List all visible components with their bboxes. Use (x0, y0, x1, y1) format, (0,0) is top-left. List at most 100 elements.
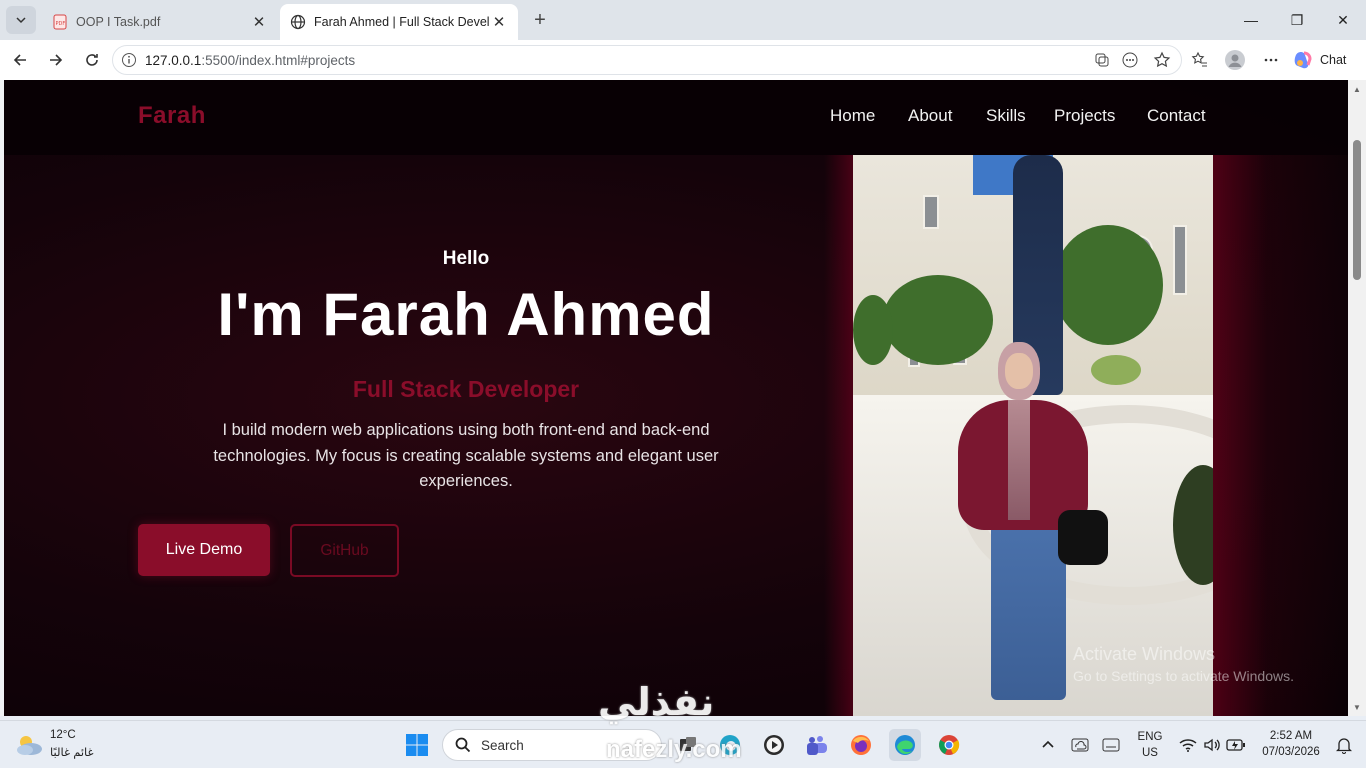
forward-button[interactable] (42, 46, 70, 74)
scroll-thumb[interactable] (1353, 140, 1361, 280)
weather-description[interactable]: غائم غالبًا (50, 745, 94, 759)
wifi-icon (1179, 739, 1197, 752)
close-window-button[interactable]: ✕ (1320, 0, 1366, 40)
photo-bush (1091, 355, 1141, 385)
info-icon (122, 53, 136, 67)
taskbar-app-media-player[interactable] (758, 729, 790, 761)
taskbar-app-firefox[interactable] (845, 729, 877, 761)
close-tab-icon[interactable]: ✕ (250, 13, 268, 31)
keyboard-button[interactable] (1095, 729, 1127, 761)
scroll-up-icon[interactable]: ▲ (1352, 84, 1362, 94)
copilot-chat-button[interactable]: Chat (1292, 46, 1362, 74)
nav-contact[interactable]: Contact (1147, 106, 1206, 126)
bell-icon (1336, 738, 1352, 754)
speaker-icon (1204, 738, 1220, 752)
favorite-button[interactable] (1148, 46, 1176, 74)
photo-palm (1053, 225, 1163, 345)
nav-skills[interactable]: Skills (986, 106, 1026, 126)
tab-portfolio[interactable]: Farah Ahmed | Full Stack Develope ✕ (280, 4, 518, 40)
minimize-button[interactable]: — (1228, 0, 1274, 40)
page-viewport: Farah Home About Skills Projects Contact… (4, 80, 1348, 716)
url-path: :5500/index.html#projects (201, 52, 356, 68)
page-scrollbar[interactable]: ▲ ▼ (1348, 80, 1366, 716)
close-tab-icon[interactable]: ✕ (490, 13, 508, 31)
firefox-icon (851, 735, 871, 755)
photo-glow-left (824, 155, 854, 716)
photo-window (923, 195, 939, 229)
show-hidden-icons-button[interactable] (1032, 729, 1064, 761)
overlay-logo: نفذلي (598, 680, 715, 724)
ellipsis-circle-icon (1122, 52, 1138, 68)
taskbar-app-teams[interactable] (801, 729, 833, 761)
taskbar-app-edge[interactable] (889, 729, 921, 761)
input-language[interactable]: ENG (1136, 731, 1164, 743)
restore-button[interactable]: ❐ (1274, 0, 1320, 40)
input-region[interactable]: US (1136, 747, 1164, 759)
play-circle-icon (764, 735, 784, 755)
url-host: 127.0.0.1 (145, 52, 202, 68)
chrome-icon (939, 735, 960, 755)
clock-time[interactable]: 2:52 AM (1256, 730, 1326, 742)
search-placeholder: Search (481, 737, 524, 753)
notifications-button[interactable] (1328, 729, 1360, 761)
chevron-down-icon (16, 17, 26, 24)
site-logo[interactable]: Farah (138, 102, 206, 130)
hero-headline: I'm Farah Ahmed (217, 281, 715, 348)
svg-text:PDF: PDF (56, 21, 66, 27)
reload-icon (86, 54, 98, 66)
tab-title: Farah Ahmed | Full Stack Develope (314, 15, 490, 29)
onedrive-button[interactable] (1064, 729, 1096, 761)
chevron-up-icon (1042, 740, 1054, 748)
copilot-icon (1294, 51, 1312, 69)
keyboard-icon (1102, 738, 1120, 752)
hero-greeting: Hello (442, 248, 490, 269)
nav-about[interactable]: About (908, 106, 952, 126)
search-icon (455, 737, 471, 753)
new-tab-button[interactable]: + (528, 8, 552, 32)
photo-window (1173, 225, 1187, 295)
scroll-down-icon[interactable]: ▼ (1352, 702, 1362, 712)
globe-icon (290, 14, 306, 30)
photo-person-face (1005, 353, 1033, 389)
app-available-button[interactable] (1088, 46, 1116, 74)
weather-temperature[interactable]: 12°C (50, 729, 76, 741)
pdf-icon: PDF (52, 14, 68, 30)
chat-label: Chat (1320, 53, 1347, 67)
favorites-button[interactable] (1186, 46, 1214, 74)
reload-button[interactable] (78, 46, 106, 74)
clock-date[interactable]: 07/03/2026 (1256, 746, 1326, 758)
browser-tab-strip: PDF OOP I Task.pdf ✕ Farah Ahmed | Full … (0, 0, 1366, 40)
photo-palm (883, 275, 993, 365)
profile-photo (853, 155, 1213, 716)
weather-cloudy-icon[interactable] (14, 731, 44, 759)
tab-pdf[interactable]: PDF OOP I Task.pdf ✕ (42, 4, 278, 40)
live-demo-button[interactable]: Live Demo (138, 524, 270, 576)
more-tools-button[interactable] (1116, 46, 1144, 74)
tab-list-button[interactable] (6, 6, 36, 34)
github-button[interactable]: GitHub (290, 524, 399, 577)
nav-projects[interactable]: Projects (1054, 106, 1115, 126)
battery-button[interactable] (1220, 729, 1252, 761)
windows-logo-icon (406, 734, 428, 756)
nav-home[interactable]: Home (830, 106, 875, 126)
photo-person-bag (1058, 510, 1108, 565)
browser-toolbar: 127.0.0.1:5500/index.html#projects Chat (0, 40, 1366, 80)
cloud-sync-icon (1071, 738, 1089, 752)
activate-windows-title: Activate Windows (1073, 644, 1216, 664)
hero-role: Full Stack Developer (352, 376, 580, 402)
more-horizontal-icon (1264, 58, 1278, 62)
photo-person-jeans (991, 525, 1066, 700)
settings-menu-button[interactable] (1257, 46, 1285, 74)
photo-glow-right (1213, 155, 1348, 716)
site-navbar: Farah Home About Skills Projects Contact (4, 80, 1348, 155)
hero-description: I build modern web applications using bo… (213, 421, 719, 490)
photo-person-scarf (1008, 400, 1030, 520)
back-button[interactable] (6, 46, 34, 74)
favorites-list-icon (1191, 51, 1207, 67)
address-bar[interactable]: 127.0.0.1:5500/index.html#projects (112, 45, 1182, 75)
taskbar-app-chrome[interactable] (933, 729, 965, 761)
edge-icon (895, 735, 915, 755)
arrow-left-icon (13, 54, 26, 66)
start-button[interactable] (401, 729, 433, 761)
profile-button[interactable] (1221, 46, 1249, 74)
